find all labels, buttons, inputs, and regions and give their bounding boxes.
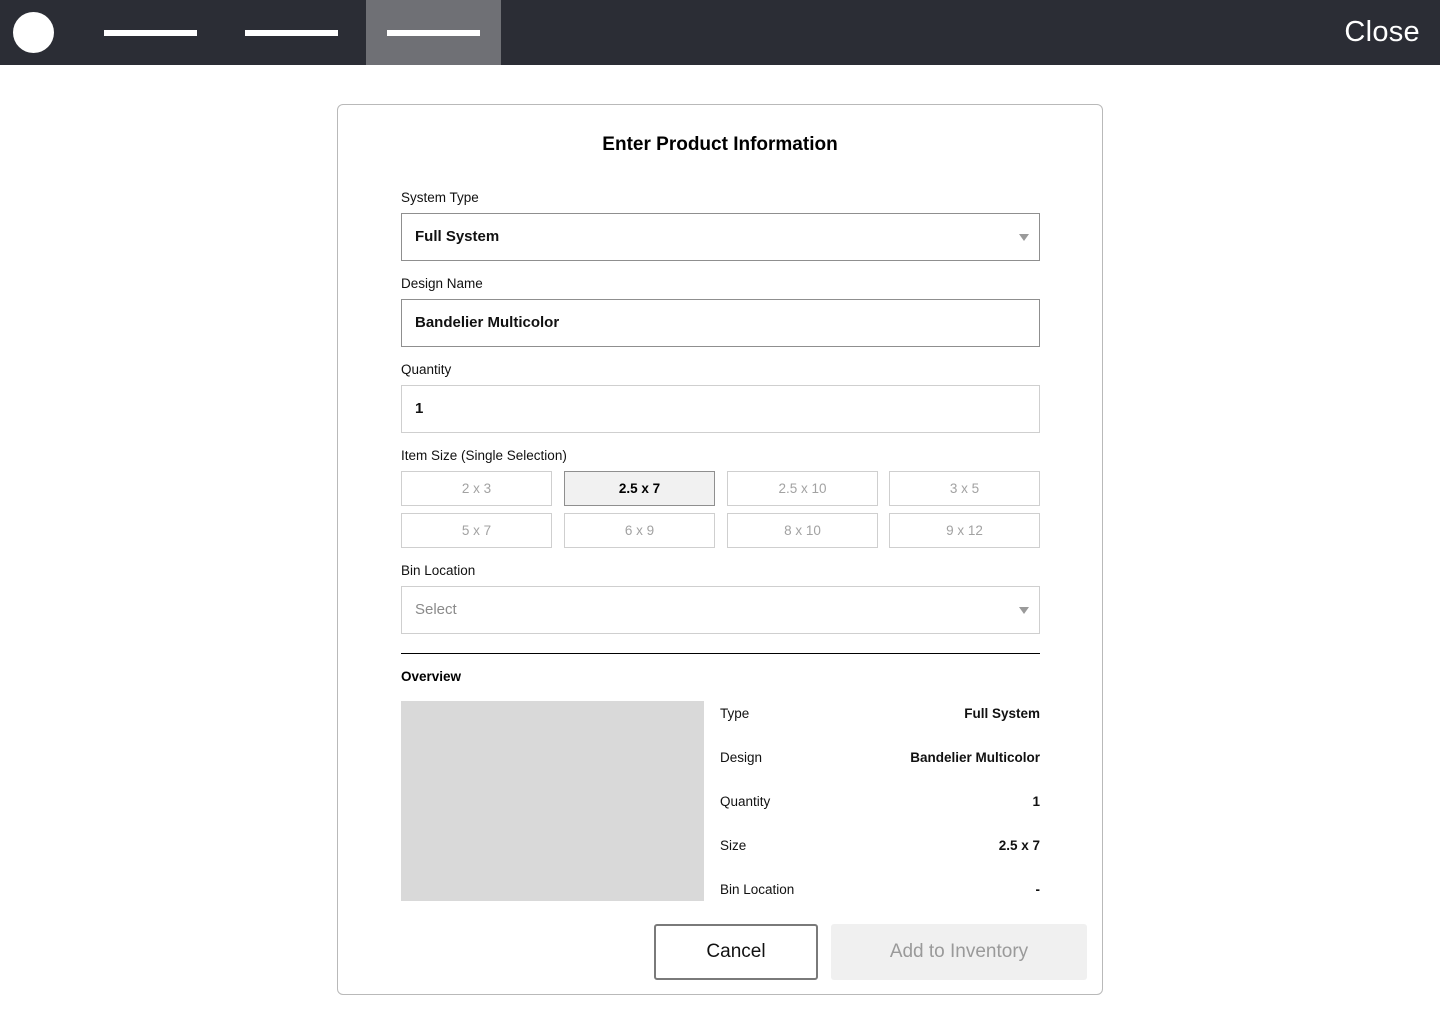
nav-tab-2[interactable] (224, 0, 360, 65)
overview-value: Full System (964, 706, 1040, 721)
size-option-3x5[interactable]: 3 x 5 (889, 471, 1040, 506)
bin-location-select[interactable]: Select (401, 586, 1040, 634)
nav-tab-3-active[interactable] (366, 0, 501, 65)
product-image-placeholder (401, 701, 704, 901)
close-button[interactable]: Close (1344, 14, 1420, 50)
overview-label: Bin Location (720, 882, 795, 897)
overview-row-quantity: Quantity 1 (720, 794, 1040, 812)
logo-icon[interactable] (13, 12, 54, 53)
size-option-2.5x7-selected[interactable]: 2.5 x 7 (564, 471, 715, 506)
nav-tab-placeholder-bar (245, 30, 338, 36)
size-option-6x9[interactable]: 6 x 9 (564, 513, 715, 548)
design-name-input[interactable]: Bandelier Multicolor (401, 299, 1040, 347)
size-option-2x3[interactable]: 2 x 3 (401, 471, 552, 506)
overview-value: - (1035, 882, 1041, 897)
design-name-label: Design Name (401, 276, 483, 291)
product-info-modal: Enter Product Information System Type Fu… (337, 104, 1103, 995)
nav-tab-placeholder-bar (387, 30, 480, 36)
quantity-value: 1 (415, 400, 424, 417)
cancel-button[interactable]: Cancel (654, 924, 818, 980)
chevron-down-icon (1019, 607, 1029, 614)
overview-row-design: Design Bandelier Multicolor (720, 750, 1040, 768)
size-option-2.5x10[interactable]: 2.5 x 10 (727, 471, 878, 506)
system-type-select[interactable]: Full System (401, 213, 1040, 261)
overview-label: Type (720, 706, 750, 721)
overview-title: Overview (401, 669, 462, 684)
system-type-label: System Type (401, 190, 479, 205)
overview-label: Quantity (720, 794, 771, 809)
add-to-inventory-button[interactable]: Add to Inventory (831, 924, 1087, 980)
nav-tab-1[interactable] (83, 0, 219, 65)
size-option-5x7[interactable]: 5 x 7 (401, 513, 552, 548)
bin-location-placeholder: Select (415, 601, 457, 618)
item-size-label: Item Size (Single Selection) (401, 448, 567, 463)
nav-tab-placeholder-bar (104, 30, 197, 36)
quantity-label: Quantity (401, 362, 452, 377)
overview-row-type: Type Full System (720, 706, 1040, 724)
top-nav-bar: Close (0, 0, 1440, 65)
overview-row-bin-location: Bin Location - (720, 882, 1040, 900)
overview-value: 2.5 x 7 (998, 838, 1040, 853)
overview-value: 1 (1032, 794, 1040, 809)
modal-title: Enter Product Information (602, 134, 838, 155)
bin-location-label: Bin Location (401, 563, 476, 578)
chevron-down-icon (1019, 234, 1029, 241)
overview-row-size: Size 2.5 x 7 (720, 838, 1040, 856)
overview-value: Bandelier Multicolor (910, 750, 1040, 765)
overview-label: Design (720, 750, 763, 765)
system-type-value: Full System (415, 228, 500, 245)
design-name-value: Bandelier Multicolor (415, 314, 560, 331)
size-option-8x10[interactable]: 8 x 10 (727, 513, 878, 548)
overview-label: Size (720, 838, 747, 853)
quantity-input[interactable]: 1 (401, 385, 1040, 433)
section-divider (401, 653, 1040, 654)
size-option-9x12[interactable]: 9 x 12 (889, 513, 1040, 548)
